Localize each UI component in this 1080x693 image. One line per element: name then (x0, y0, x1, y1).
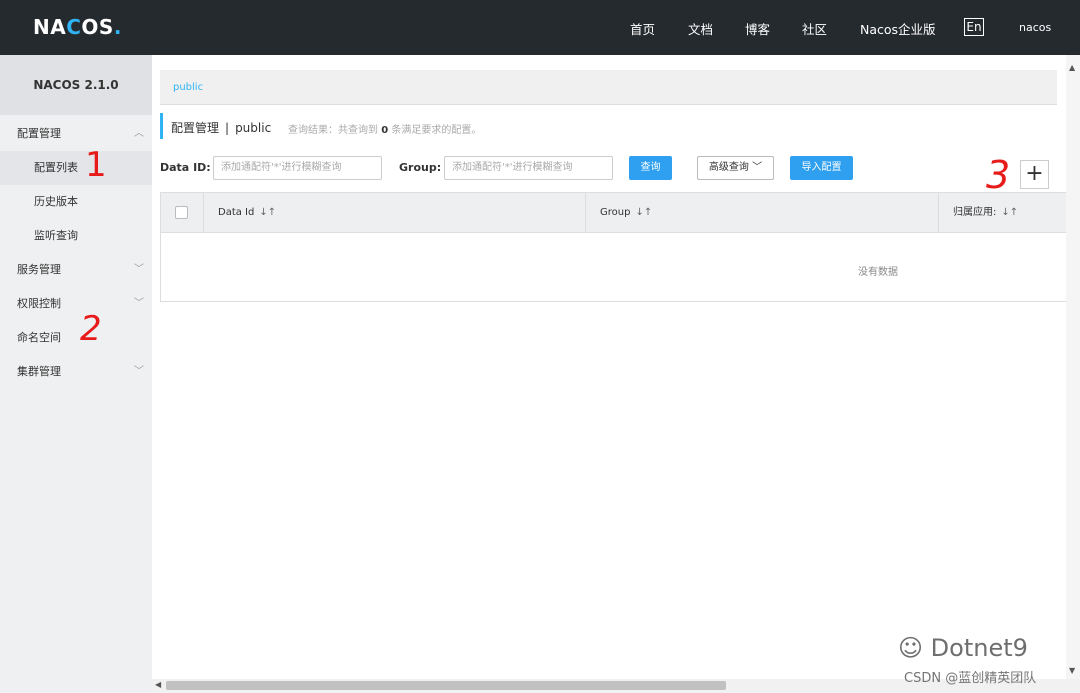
column-data-id[interactable]: Data Id ↓↑ (203, 193, 585, 233)
group-label: Group: (399, 161, 442, 174)
column-group[interactable]: Group ↓↑ (585, 193, 938, 233)
chevron-down-icon: ﹀ (134, 298, 144, 309)
chevron-down-icon: ﹀ (134, 264, 144, 275)
sidebar-item-listener-query[interactable]: 监听查询 (0, 219, 152, 253)
nav-blog[interactable]: 博客 (745, 19, 770, 38)
sidebar-item-namespace[interactable]: 命名空间 (0, 321, 152, 355)
query-button[interactable]: 查询 (629, 156, 672, 180)
sidebar-item-history[interactable]: 历史版本 (0, 185, 152, 219)
chevron-down-icon: ﹀ (134, 366, 144, 377)
dataid-input[interactable]: 添加通配符'*'进行模糊查询 (213, 156, 382, 180)
sidebar-item-access-control[interactable]: 权限控制 ﹀ (0, 287, 152, 321)
dataid-label: Data ID: (160, 161, 211, 174)
advanced-query-button[interactable]: 高级查询 ﹀ (697, 156, 774, 180)
nav-docs[interactable]: 文档 (688, 19, 713, 38)
column-app[interactable]: 归属应用: ↓↑ (938, 193, 1080, 233)
annotation-1: 1 (85, 145, 107, 185)
chevron-down-icon: ﹀ (752, 162, 763, 173)
sidebar: NACOS 2.1.0 配置管理 ︿ 配置列表 历史版本 监听查询 服务管理 ﹀… (0, 55, 152, 693)
nav-community[interactable]: 社区 (802, 19, 827, 38)
sidebar-item-config-list[interactable]: 配置列表 (0, 151, 152, 185)
sidebar-item-config-management[interactable]: 配置管理 ︿ (0, 117, 152, 151)
config-table: Data Id ↓↑ Group ↓↑ 归属应用: ↓↑ 没有数据 (160, 192, 1080, 302)
namespace-bar: public (160, 70, 1057, 105)
group-input[interactable]: 添加通配符'*'进行模糊查询 (444, 156, 613, 180)
nav-enterprise[interactable]: Nacos企业版 (860, 19, 936, 38)
nacos-logo[interactable]: NACOS. (33, 15, 122, 39)
scroll-up-icon[interactable]: ▲ (1069, 63, 1075, 72)
sidebar-item-service-management[interactable]: 服务管理 ﹀ (0, 253, 152, 287)
watermark-sub: CSDN @蓝创精英团队 (904, 671, 1037, 686)
top-header: NACOS. 首页 文档 博客 社区 Nacos企业版 En nacos (0, 0, 1080, 55)
table-header: Data Id ↓↑ Group ↓↑ 归属应用: ↓↑ (161, 193, 1080, 233)
sort-icon[interactable]: ↓↑ (1001, 207, 1018, 218)
namespace-link-public[interactable]: public (173, 82, 203, 93)
main-content: public 配置管理 | public 查询结果：共查询到 0 条满足要求的配置。… (152, 55, 1080, 679)
language-toggle[interactable]: En (964, 18, 984, 36)
empty-state-text: 没有数据 (858, 267, 898, 278)
vertical-scrollbar[interactable]: ▲ ▼ (1066, 55, 1080, 679)
wechat-icon: ☺ (898, 634, 924, 662)
scroll-left-icon[interactable]: ◀ (155, 680, 161, 689)
query-result-text: 查询结果：共查询到 0 条满足要求的配置。 (288, 125, 482, 136)
user-name[interactable]: nacos (1019, 21, 1051, 34)
horizontal-scroll-thumb[interactable] (166, 681, 726, 690)
watermark-main: ☺ Dotnet9 (898, 634, 1028, 662)
scroll-down-icon[interactable]: ▼ (1069, 666, 1075, 675)
annotation-3: 3 (986, 153, 1011, 197)
version-label: NACOS 2.1.0 (0, 55, 152, 115)
sort-icon[interactable]: ↓↑ (635, 207, 652, 218)
sidebar-item-cluster-management[interactable]: 集群管理 ﹀ (0, 355, 152, 389)
import-config-button[interactable]: 导入配置 (790, 156, 853, 180)
annotation-2: 2 (80, 309, 102, 349)
select-all-checkbox[interactable] (175, 206, 188, 219)
nav-home[interactable]: 首页 (630, 19, 655, 38)
add-config-button[interactable]: + (1020, 160, 1049, 189)
page-title: 配置管理 | public (171, 121, 272, 135)
chevron-up-icon: ︿ (134, 128, 144, 139)
sort-icon[interactable]: ↓↑ (259, 207, 276, 218)
title-accent-bar (160, 113, 163, 139)
